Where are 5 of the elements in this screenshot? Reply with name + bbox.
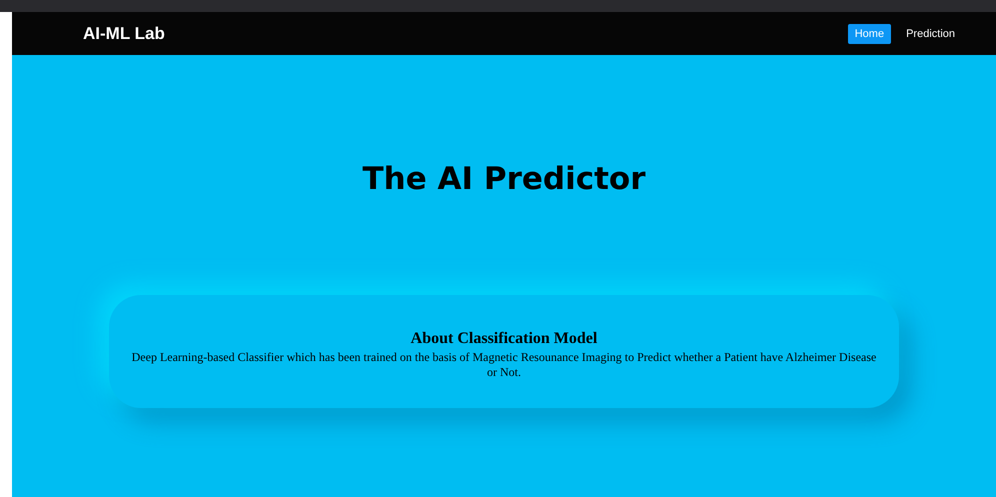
brand-title: AI-ML Lab <box>83 24 165 44</box>
card-text: Deep Learning-based Classifier which has been trained on the basis of Magnetic Resounance Imaging to Predict whether a Patient have Alzheimer Disease or Not. <box>130 350 878 380</box>
card-title: About Classification Model <box>410 330 598 348</box>
page-title: The AI Predictor <box>362 161 646 197</box>
nav-link[interactable]: Prediction <box>899 24 962 44</box>
